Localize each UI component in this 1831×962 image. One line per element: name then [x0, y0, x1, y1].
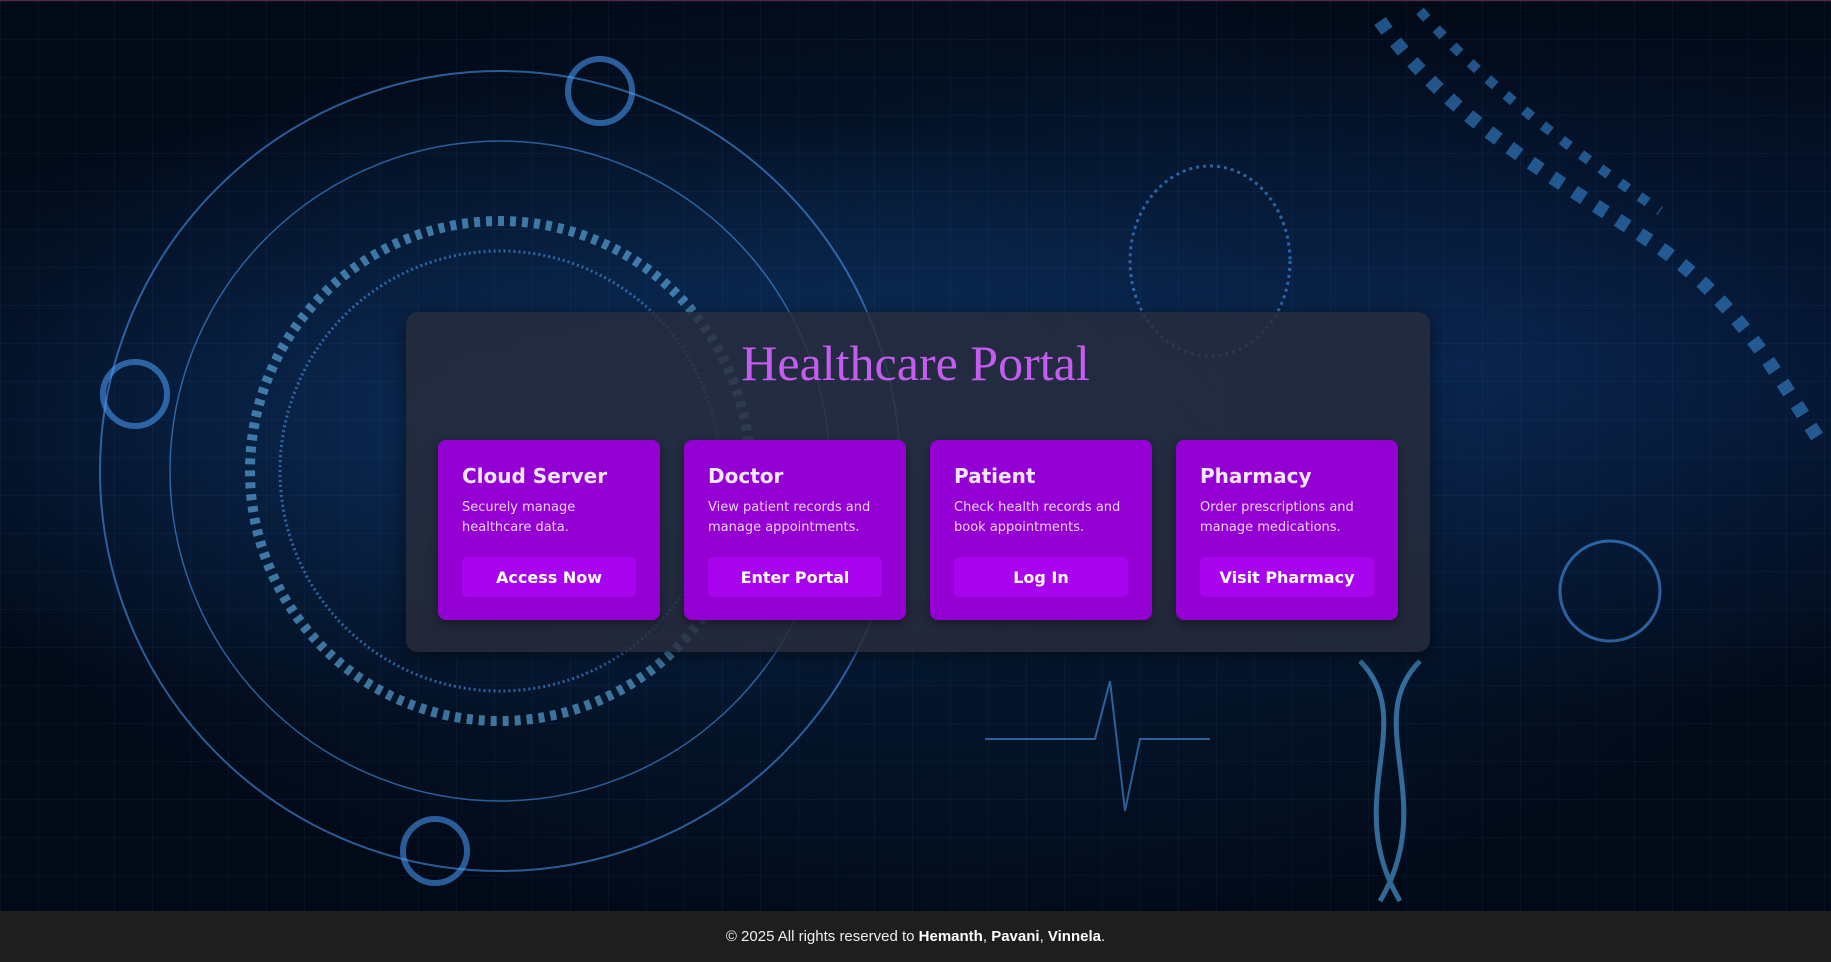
card-heading: Patient	[954, 464, 1036, 488]
access-now-button[interactable]: Access Now	[462, 557, 636, 597]
card-pharmacy: Pharmacy Order prescriptions and manage …	[1176, 440, 1398, 620]
card-heading: Pharmacy	[1200, 464, 1312, 488]
visit-pharmacy-button[interactable]: Visit Pharmacy	[1200, 557, 1374, 597]
card-description: Order prescriptions and manage medicatio…	[1200, 500, 1354, 535]
page-title: Healthcare Portal	[741, 335, 1090, 391]
author-name: Pavani	[991, 928, 1040, 945]
card-description: Securely manage healthcare data.	[462, 500, 576, 535]
footer: © 2025 All rights reserved to Hemanth, P…	[0, 911, 1831, 962]
card-cloud-server: Cloud Server Securely manage healthcare …	[438, 440, 660, 620]
author-name: Hemanth	[918, 928, 983, 945]
card-patient: Patient Check health records and book ap…	[930, 440, 1152, 620]
card-doctor: Doctor View patient records and manage a…	[684, 440, 906, 620]
card-heading: Cloud Server	[462, 464, 608, 488]
footer-copyright: © 2025 All rights reserved to Hemanth, P…	[725, 928, 1106, 945]
card-heading: Doctor	[708, 464, 784, 488]
card-description: Check health records and book appointmen…	[954, 500, 1121, 535]
card-description: View patient records and manage appointm…	[708, 500, 871, 535]
author-name: Vinnela	[1047, 928, 1101, 945]
log-in-button[interactable]: Log In	[954, 557, 1128, 597]
enter-portal-button[interactable]: Enter Portal	[708, 557, 882, 597]
